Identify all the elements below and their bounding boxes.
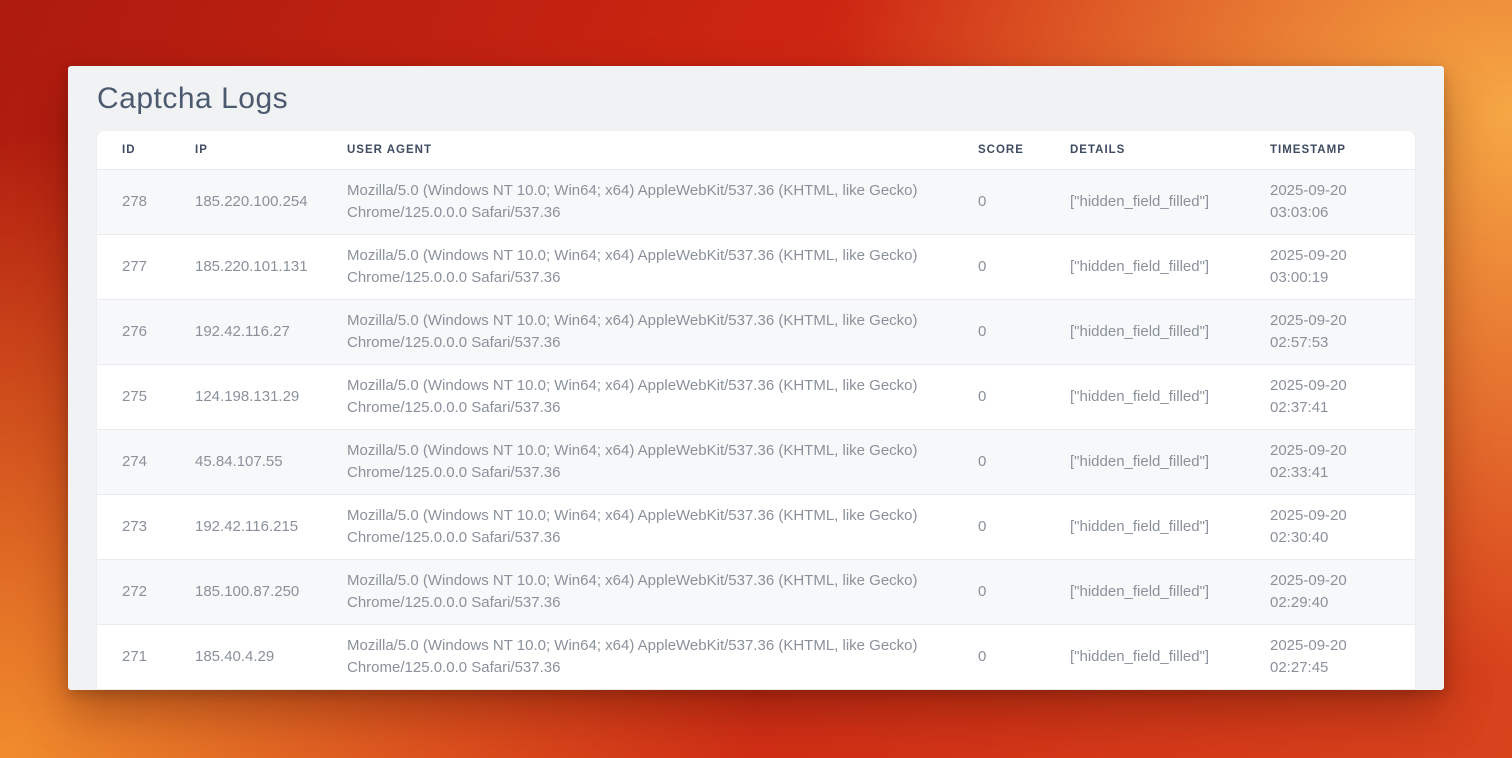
cell-score: 0 [978, 169, 1070, 234]
cell-details: ["hidden_field_filled"] [1070, 169, 1270, 234]
table-row: 277 185.220.101.131 Mozilla/5.0 (Windows… [97, 234, 1415, 299]
cell-id: 278 [97, 169, 195, 234]
cell-ip: 45.84.107.55 [195, 429, 347, 494]
cell-ip: 192.42.116.27 [195, 299, 347, 364]
cell-id: 271 [97, 624, 195, 689]
cell-timestamp: 2025-09-20 02:29:40 [1270, 559, 1415, 624]
cell-details: ["hidden_field_filled"] [1070, 429, 1270, 494]
cell-timestamp: 2025-09-20 02:37:41 [1270, 364, 1415, 429]
cell-user-agent: Mozilla/5.0 (Windows NT 10.0; Win64; x64… [347, 299, 978, 364]
cell-ip: 185.220.101.131 [195, 234, 347, 299]
cell-details: ["hidden_field_filled"] [1070, 624, 1270, 689]
cell-details: ["hidden_field_filled"] [1070, 494, 1270, 559]
captcha-logs-card: Captcha Logs ID IP USER AGENT SCORE DETA… [68, 66, 1444, 690]
cell-id: 273 [97, 494, 195, 559]
cell-id: 275 [97, 364, 195, 429]
cell-score: 0 [978, 364, 1070, 429]
column-header-score: SCORE [978, 131, 1070, 169]
cell-ip: 185.220.100.254 [195, 169, 347, 234]
cell-ip: 185.100.87.250 [195, 559, 347, 624]
cell-timestamp: 2025-09-20 02:57:53 [1270, 299, 1415, 364]
page-title: Captcha Logs [97, 84, 1415, 114]
cell-timestamp: 2025-09-20 02:27:45 [1270, 624, 1415, 689]
table-row: 271 185.40.4.29 Mozilla/5.0 (Windows NT … [97, 624, 1415, 689]
table-row: 278 185.220.100.254 Mozilla/5.0 (Windows… [97, 169, 1415, 234]
cell-user-agent: Mozilla/5.0 (Windows NT 10.0; Win64; x64… [347, 169, 978, 234]
table-header-row: ID IP USER AGENT SCORE DETAILS TIMESTAMP [97, 131, 1415, 169]
cell-score: 0 [978, 494, 1070, 559]
cell-score: 0 [978, 624, 1070, 689]
table-row: 274 45.84.107.55 Mozilla/5.0 (Windows NT… [97, 429, 1415, 494]
cell-score: 0 [978, 559, 1070, 624]
cell-timestamp: 2025-09-20 03:00:19 [1270, 234, 1415, 299]
column-header-id: ID [97, 131, 195, 169]
background: { "page": { "title": "Captcha Logs" }, "… [0, 0, 1512, 758]
table-header: ID IP USER AGENT SCORE DETAILS TIMESTAMP [97, 131, 1415, 169]
cell-id: 277 [97, 234, 195, 299]
cell-details: ["hidden_field_filled"] [1070, 299, 1270, 364]
cell-user-agent: Mozilla/5.0 (Windows NT 10.0; Win64; x64… [347, 364, 978, 429]
table-row: 273 192.42.116.215 Mozilla/5.0 (Windows … [97, 494, 1415, 559]
cell-id: 272 [97, 559, 195, 624]
cell-score: 0 [978, 234, 1070, 299]
column-header-user-agent: USER AGENT [347, 131, 978, 169]
cell-ip: 185.40.4.29 [195, 624, 347, 689]
cell-id: 274 [97, 429, 195, 494]
cell-user-agent: Mozilla/5.0 (Windows NT 10.0; Win64; x64… [347, 429, 978, 494]
cell-score: 0 [978, 299, 1070, 364]
column-header-details: DETAILS [1070, 131, 1270, 169]
cell-timestamp: 2025-09-20 02:33:41 [1270, 429, 1415, 494]
cell-user-agent: Mozilla/5.0 (Windows NT 10.0; Win64; x64… [347, 559, 978, 624]
column-header-timestamp: TIMESTAMP [1270, 131, 1415, 169]
cell-timestamp: 2025-09-20 02:30:40 [1270, 494, 1415, 559]
table-row: 275 124.198.131.29 Mozilla/5.0 (Windows … [97, 364, 1415, 429]
logs-table: ID IP USER AGENT SCORE DETAILS TIMESTAMP… [97, 131, 1415, 690]
column-header-ip: IP [195, 131, 347, 169]
table-row: 276 192.42.116.27 Mozilla/5.0 (Windows N… [97, 299, 1415, 364]
cell-user-agent: Mozilla/5.0 (Windows NT 10.0; Win64; x64… [347, 624, 978, 689]
cell-details: ["hidden_field_filled"] [1070, 559, 1270, 624]
cell-details: ["hidden_field_filled"] [1070, 234, 1270, 299]
table-row: 272 185.100.87.250 Mozilla/5.0 (Windows … [97, 559, 1415, 624]
cell-ip: 192.42.116.215 [195, 494, 347, 559]
cell-score: 0 [978, 429, 1070, 494]
table-body: 278 185.220.100.254 Mozilla/5.0 (Windows… [97, 169, 1415, 689]
cell-user-agent: Mozilla/5.0 (Windows NT 10.0; Win64; x64… [347, 494, 978, 559]
cell-details: ["hidden_field_filled"] [1070, 364, 1270, 429]
cell-ip: 124.198.131.29 [195, 364, 347, 429]
captcha-logs-table: ID IP USER AGENT SCORE DETAILS TIMESTAMP… [97, 131, 1415, 690]
cell-user-agent: Mozilla/5.0 (Windows NT 10.0; Win64; x64… [347, 234, 978, 299]
cell-id: 276 [97, 299, 195, 364]
cell-timestamp: 2025-09-20 03:03:06 [1270, 169, 1415, 234]
